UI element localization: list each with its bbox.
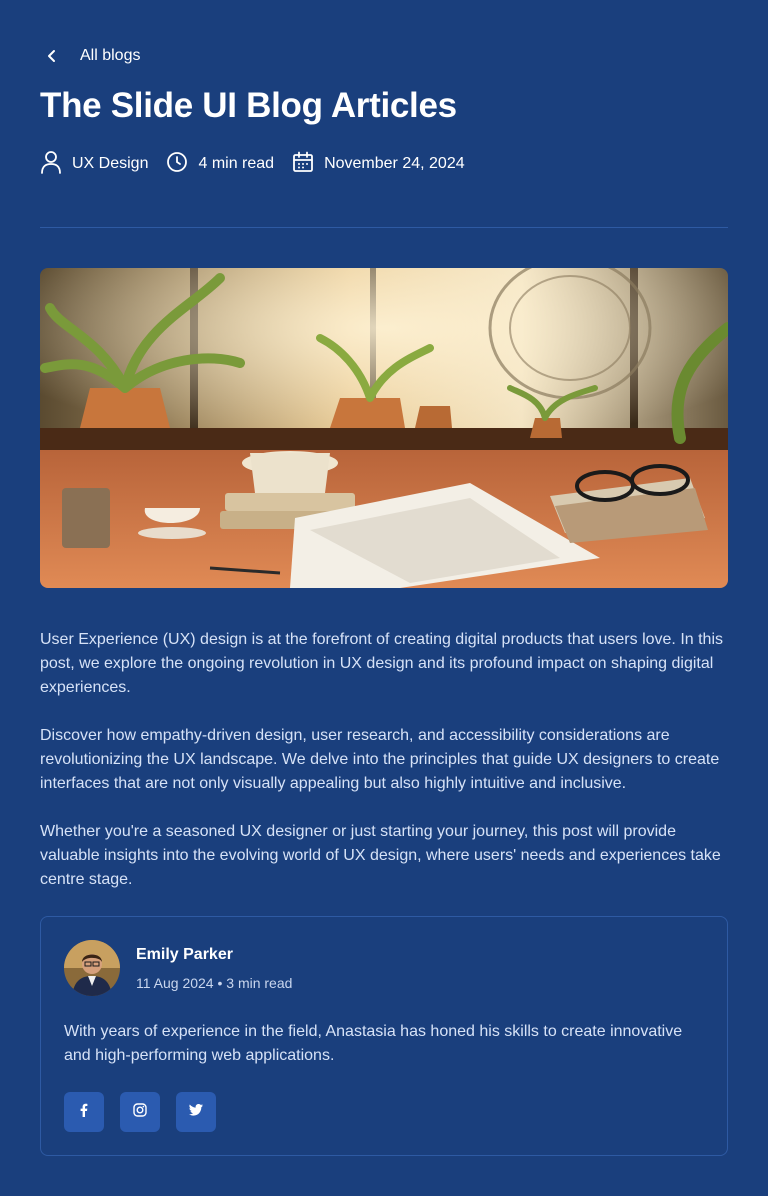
divider — [40, 227, 728, 228]
post-read-time: 4 min read — [166, 151, 274, 178]
author-name: Emily Parker — [136, 946, 233, 963]
post-date: November 24, 2024 — [292, 151, 465, 178]
facebook-icon — [77, 1103, 91, 1122]
post-read-time-label: 4 min read — [198, 155, 275, 172]
author-card: Emily Parker 11 Aug 2024 • 3 min read Wi… — [40, 916, 728, 1156]
post-body: User Experience (UX) design is at the fo… — [40, 628, 728, 916]
avatar — [64, 940, 120, 996]
instagram-icon — [133, 1102, 147, 1122]
social-links — [64, 1092, 232, 1132]
author-meta: 11 Aug 2024 • 3 min read — [136, 975, 293, 991]
user-icon — [40, 150, 72, 179]
post-category: UX Design — [40, 150, 148, 179]
post-paragraph: Whether you're a seasoned UX designer or… — [40, 823, 721, 888]
page-title: The Slide UI Blog Articles — [40, 86, 457, 125]
chevron-left-icon — [40, 44, 64, 68]
back-link-label: All blogs — [80, 47, 141, 64]
facebook-button[interactable] — [64, 1092, 104, 1132]
twitter-button[interactable] — [176, 1092, 216, 1132]
back-link[interactable]: All blogs — [40, 44, 140, 68]
author-bio: With years of experience in the field, A… — [64, 1023, 683, 1064]
post-paragraph: Discover how empathy-driven design, user… — [40, 727, 720, 792]
calendar-icon — [292, 151, 324, 178]
post-date-label: November 24, 2024 — [324, 155, 465, 172]
post-meta: UX Design 4 min read November 24, 2024 — [40, 150, 483, 178]
post-paragraph: User Experience (UX) design is at the fo… — [40, 631, 723, 696]
clock-icon — [166, 151, 198, 178]
post-category-label: UX Design — [72, 155, 149, 172]
twitter-icon — [189, 1103, 203, 1121]
hero-image — [40, 268, 728, 588]
instagram-button[interactable] — [120, 1092, 160, 1132]
